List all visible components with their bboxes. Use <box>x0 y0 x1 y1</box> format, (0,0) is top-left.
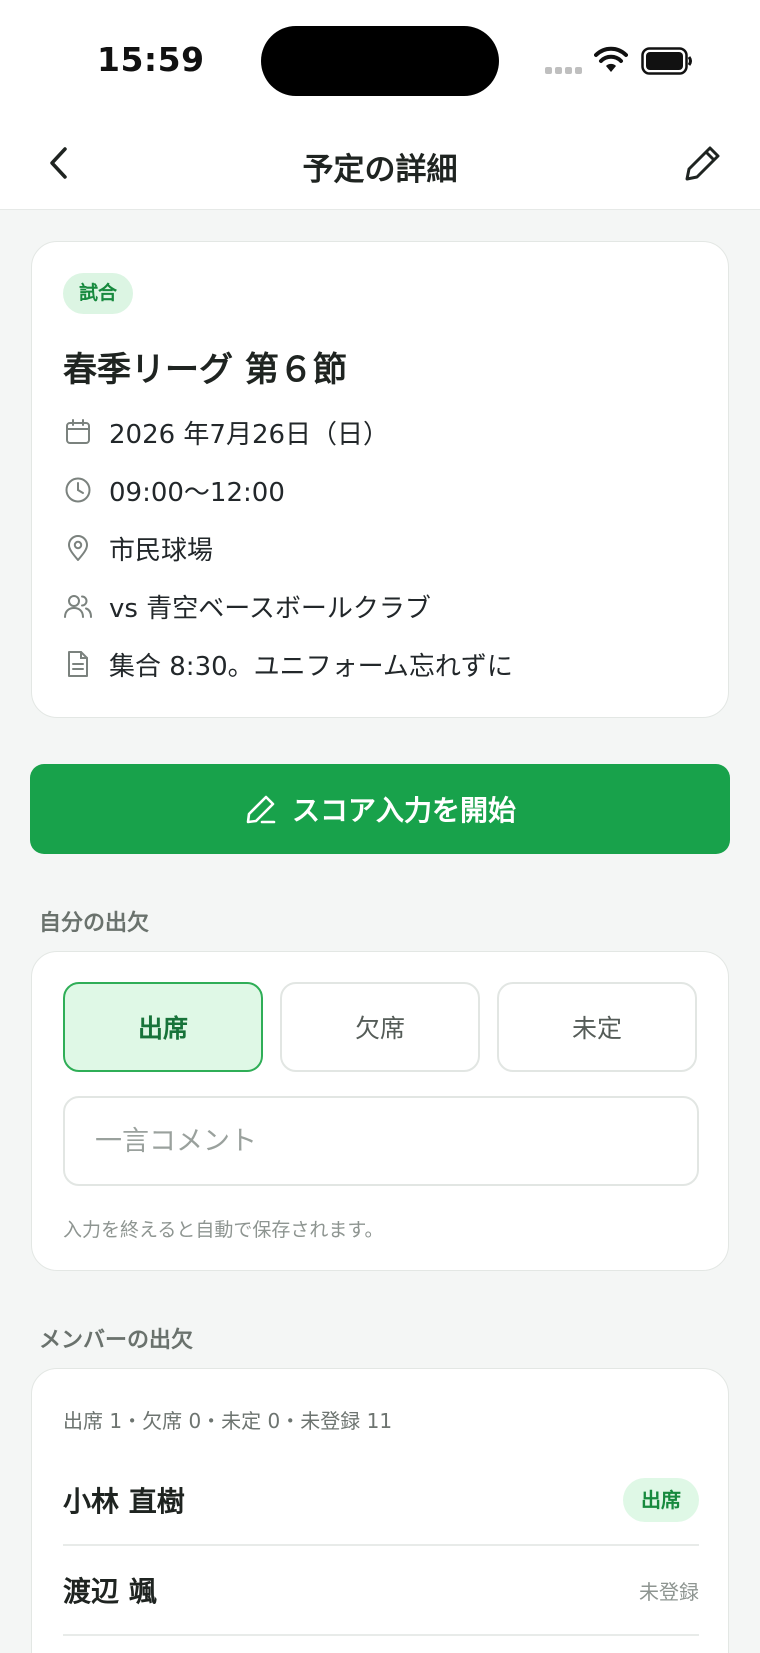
status-time: 15:59 <box>97 40 205 79</box>
event-location: 市民球場 <box>109 535 214 566</box>
attendance-option-absent[interactable]: 欠席 <box>280 982 480 1072</box>
member-row[interactable]: 小林 直樹 出席 <box>63 1456 699 1546</box>
status-bar: 15:59 <box>0 0 760 118</box>
member-attendance-card: 出席 1・欠席 0・未定 0・未登録 11 小林 直樹 出席 渡辺 颯 未登録 <box>31 1368 729 1653</box>
member-name: 小林 直樹 <box>63 1485 185 1518</box>
event-card: 試合 春季リーグ 第６節 2026 年7月26日（日） 09:00〜12:00 <box>31 241 729 718</box>
event-time: 09:00〜12:00 <box>109 477 285 508</box>
wifi-icon <box>594 46 628 72</box>
my-attendance-heading: 自分の出欠 <box>39 911 150 936</box>
attendance-summary: 出席 1・欠席 0・未定 0・未登録 11 <box>63 1409 393 1433</box>
event-title: 春季リーグ 第６節 <box>63 350 347 390</box>
autosave-note: 入力を終えると自動で保存されます。 <box>63 1219 384 1241</box>
attendance-option-attend[interactable]: 出席 <box>63 982 263 1072</box>
start-score-entry-button[interactable]: スコア入力を開始 <box>30 764 730 854</box>
start-score-entry-label: スコア入力を開始 <box>291 794 516 827</box>
battery-icon <box>641 47 692 75</box>
event-detail-screen: 15:59 予定の詳細 試合 春季リーグ 第６節 2026 年7月26日（日） … <box>0 0 760 1653</box>
event-type-tag: 試合 <box>63 273 134 314</box>
attendance-option-undecided[interactable]: 未定 <box>497 982 697 1072</box>
event-note-row: 集合 8:30。ユニフォーム忘れずに <box>63 644 513 684</box>
event-date: 2026 年7月26日（日） <box>109 419 390 450</box>
pencil-icon <box>685 146 720 181</box>
users-icon <box>63 591 93 621</box>
member-attendance-heading: メンバーの出欠 <box>39 1328 194 1353</box>
event-opponent: vs 青空ベースボールクラブ <box>109 593 431 624</box>
edit-button[interactable] <box>678 138 728 188</box>
cellular-signal-icon <box>545 67 583 75</box>
event-date-row: 2026 年7月26日（日） <box>63 412 389 452</box>
event-location-row: 市民球場 <box>63 528 213 568</box>
event-opponent-row: vs 青空ベースボールクラブ <box>63 586 431 626</box>
comment-input[interactable] <box>63 1096 699 1186</box>
my-attendance-card: 出席 欠席 未定 入力を終えると自動で保存されます。 <box>31 951 729 1271</box>
navigation-bar: 予定の詳細 <box>0 118 760 210</box>
page-title: 予定の詳細 <box>302 152 458 188</box>
member-status-text: 未登録 <box>639 1579 699 1604</box>
document-icon <box>63 649 93 679</box>
calendar-icon <box>63 417 93 447</box>
pencil-icon <box>244 792 278 826</box>
event-note: 集合 8:30。ユニフォーム忘れずに <box>109 651 513 682</box>
map-pin-icon <box>63 533 93 563</box>
clock-icon <box>63 475 93 505</box>
event-time-row: 09:00〜12:00 <box>63 470 285 510</box>
member-name: 渡辺 颯 <box>63 1575 157 1608</box>
member-status-badge: 出席 <box>623 1478 699 1522</box>
dynamic-island <box>261 26 499 96</box>
member-row[interactable]: 渡辺 颯 未登録 <box>63 1546 699 1636</box>
